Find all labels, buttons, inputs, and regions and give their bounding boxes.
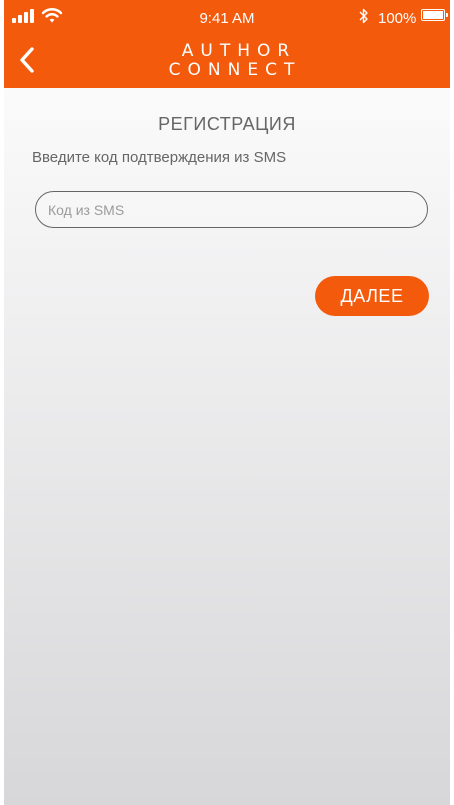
status-bar: 9:41 AM 100% [4,0,450,34]
logo-text-connect: CONNECT [168,60,302,80]
next-button[interactable]: ДАЛЕЕ [315,276,429,316]
battery-percentage: 100% [378,10,417,27]
battery-level [423,11,443,19]
page-title: РЕГИСТРАЦИЯ [158,114,296,134]
sms-code-input[interactable] [35,191,428,228]
sms-code-instruction: Введите код подтверждения из SMS [32,149,287,166]
logo-text-author: AUTHOR [181,41,297,61]
app-header: 9:41 AM 100% AUTHOR CONNECT [4,0,450,88]
author-connect-logo: AUTHOR CONNECT [139,40,331,80]
back-button[interactable] [14,45,42,75]
bluetooth-icon [359,8,368,24]
battery-icon [421,9,448,21]
registration-form: РЕГИСТРАЦИЯ Введите код подтверждения из… [4,88,450,805]
battery-tip [446,13,448,17]
chevron-left-icon [20,47,34,73]
app-screen: 9:41 AM 100% AUTHOR CONNECT РЕГИСТРАЦИЯ … [4,0,450,805]
